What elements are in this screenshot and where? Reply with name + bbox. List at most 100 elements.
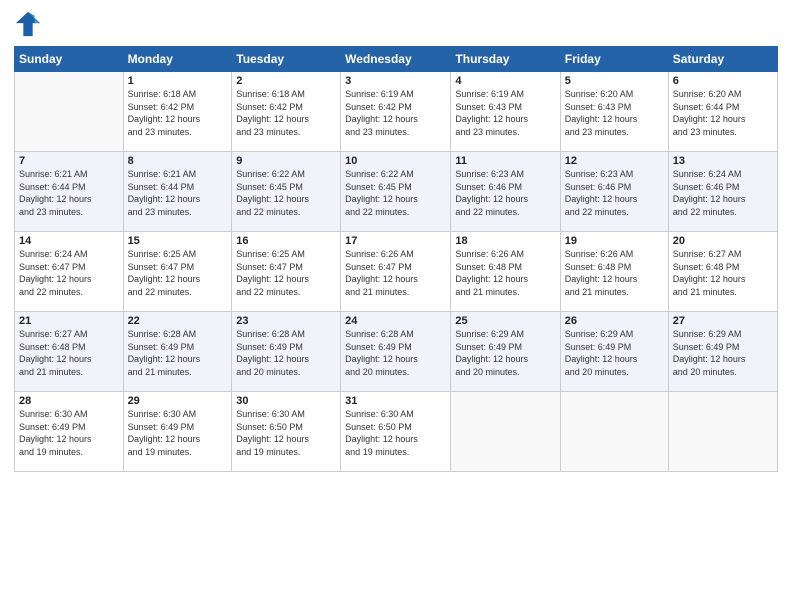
calendar-cell: 13Sunrise: 6:24 AM Sunset: 6:46 PM Dayli… [668, 152, 777, 232]
day-info: Sunrise: 6:29 AM Sunset: 6:49 PM Dayligh… [455, 328, 555, 378]
calendar-cell: 18Sunrise: 6:26 AM Sunset: 6:48 PM Dayli… [451, 232, 560, 312]
day-info: Sunrise: 6:25 AM Sunset: 6:47 PM Dayligh… [236, 248, 336, 298]
day-info: Sunrise: 6:21 AM Sunset: 6:44 PM Dayligh… [128, 168, 228, 218]
day-number: 5 [565, 75, 664, 87]
day-number: 20 [673, 235, 773, 247]
calendar-week-row: 7Sunrise: 6:21 AM Sunset: 6:44 PM Daylig… [15, 152, 778, 232]
day-number: 18 [455, 235, 555, 247]
day-number: 28 [19, 395, 119, 407]
day-number: 31 [345, 395, 446, 407]
calendar-cell: 26Sunrise: 6:29 AM Sunset: 6:49 PM Dayli… [560, 312, 668, 392]
day-info: Sunrise: 6:27 AM Sunset: 6:48 PM Dayligh… [19, 328, 119, 378]
calendar-cell: 19Sunrise: 6:26 AM Sunset: 6:48 PM Dayli… [560, 232, 668, 312]
day-info: Sunrise: 6:20 AM Sunset: 6:44 PM Dayligh… [673, 88, 773, 138]
day-number: 30 [236, 395, 336, 407]
day-info: Sunrise: 6:23 AM Sunset: 6:46 PM Dayligh… [565, 168, 664, 218]
day-info: Sunrise: 6:22 AM Sunset: 6:45 PM Dayligh… [345, 168, 446, 218]
calendar-cell: 8Sunrise: 6:21 AM Sunset: 6:44 PM Daylig… [123, 152, 232, 232]
day-info: Sunrise: 6:27 AM Sunset: 6:48 PM Dayligh… [673, 248, 773, 298]
day-number: 9 [236, 155, 336, 167]
day-number: 14 [19, 235, 119, 247]
day-number: 27 [673, 315, 773, 327]
day-info: Sunrise: 6:28 AM Sunset: 6:49 PM Dayligh… [345, 328, 446, 378]
day-info: Sunrise: 6:22 AM Sunset: 6:45 PM Dayligh… [236, 168, 336, 218]
calendar-header-saturday: Saturday [668, 47, 777, 72]
calendar-cell: 5Sunrise: 6:20 AM Sunset: 6:43 PM Daylig… [560, 72, 668, 152]
page: SundayMondayTuesdayWednesdayThursdayFrid… [0, 0, 792, 612]
day-number: 26 [565, 315, 664, 327]
calendar-week-row: 14Sunrise: 6:24 AM Sunset: 6:47 PM Dayli… [15, 232, 778, 312]
calendar-cell: 16Sunrise: 6:25 AM Sunset: 6:47 PM Dayli… [232, 232, 341, 312]
day-number: 23 [236, 315, 336, 327]
calendar-cell [15, 72, 124, 152]
day-info: Sunrise: 6:18 AM Sunset: 6:42 PM Dayligh… [236, 88, 336, 138]
calendar-table: SundayMondayTuesdayWednesdayThursdayFrid… [14, 46, 778, 472]
day-info: Sunrise: 6:29 AM Sunset: 6:49 PM Dayligh… [565, 328, 664, 378]
calendar-cell: 24Sunrise: 6:28 AM Sunset: 6:49 PM Dayli… [341, 312, 451, 392]
day-number: 12 [565, 155, 664, 167]
day-number: 7 [19, 155, 119, 167]
day-number: 24 [345, 315, 446, 327]
calendar-cell: 4Sunrise: 6:19 AM Sunset: 6:43 PM Daylig… [451, 72, 560, 152]
calendar-cell: 20Sunrise: 6:27 AM Sunset: 6:48 PM Dayli… [668, 232, 777, 312]
calendar-cell [560, 392, 668, 472]
calendar-cell: 1Sunrise: 6:18 AM Sunset: 6:42 PM Daylig… [123, 72, 232, 152]
day-info: Sunrise: 6:26 AM Sunset: 6:48 PM Dayligh… [455, 248, 555, 298]
calendar-cell: 9Sunrise: 6:22 AM Sunset: 6:45 PM Daylig… [232, 152, 341, 232]
day-number: 8 [128, 155, 228, 167]
day-number: 13 [673, 155, 773, 167]
day-number: 2 [236, 75, 336, 87]
calendar-header-sunday: Sunday [15, 47, 124, 72]
day-info: Sunrise: 6:25 AM Sunset: 6:47 PM Dayligh… [128, 248, 228, 298]
calendar-cell [668, 392, 777, 472]
calendar-cell: 6Sunrise: 6:20 AM Sunset: 6:44 PM Daylig… [668, 72, 777, 152]
day-info: Sunrise: 6:21 AM Sunset: 6:44 PM Dayligh… [19, 168, 119, 218]
day-number: 4 [455, 75, 555, 87]
calendar-cell: 14Sunrise: 6:24 AM Sunset: 6:47 PM Dayli… [15, 232, 124, 312]
calendar-cell: 22Sunrise: 6:28 AM Sunset: 6:49 PM Dayli… [123, 312, 232, 392]
day-number: 11 [455, 155, 555, 167]
calendar-header-monday: Monday [123, 47, 232, 72]
day-number: 15 [128, 235, 228, 247]
day-info: Sunrise: 6:30 AM Sunset: 6:50 PM Dayligh… [345, 408, 446, 458]
calendar-cell [451, 392, 560, 472]
day-info: Sunrise: 6:26 AM Sunset: 6:48 PM Dayligh… [565, 248, 664, 298]
day-info: Sunrise: 6:24 AM Sunset: 6:47 PM Dayligh… [19, 248, 119, 298]
calendar-cell: 28Sunrise: 6:30 AM Sunset: 6:49 PM Dayli… [15, 392, 124, 472]
calendar-cell: 17Sunrise: 6:26 AM Sunset: 6:47 PM Dayli… [341, 232, 451, 312]
day-number: 19 [565, 235, 664, 247]
calendar-cell: 29Sunrise: 6:30 AM Sunset: 6:49 PM Dayli… [123, 392, 232, 472]
day-number: 17 [345, 235, 446, 247]
day-info: Sunrise: 6:19 AM Sunset: 6:42 PM Dayligh… [345, 88, 446, 138]
day-info: Sunrise: 6:28 AM Sunset: 6:49 PM Dayligh… [236, 328, 336, 378]
day-info: Sunrise: 6:30 AM Sunset: 6:49 PM Dayligh… [19, 408, 119, 458]
calendar-header-row: SundayMondayTuesdayWednesdayThursdayFrid… [15, 47, 778, 72]
day-number: 3 [345, 75, 446, 87]
day-info: Sunrise: 6:23 AM Sunset: 6:46 PM Dayligh… [455, 168, 555, 218]
day-info: Sunrise: 6:28 AM Sunset: 6:49 PM Dayligh… [128, 328, 228, 378]
header [14, 10, 778, 38]
calendar-cell: 7Sunrise: 6:21 AM Sunset: 6:44 PM Daylig… [15, 152, 124, 232]
day-number: 16 [236, 235, 336, 247]
day-number: 10 [345, 155, 446, 167]
calendar-week-row: 28Sunrise: 6:30 AM Sunset: 6:49 PM Dayli… [15, 392, 778, 472]
calendar-header-wednesday: Wednesday [341, 47, 451, 72]
day-info: Sunrise: 6:29 AM Sunset: 6:49 PM Dayligh… [673, 328, 773, 378]
calendar-cell: 3Sunrise: 6:19 AM Sunset: 6:42 PM Daylig… [341, 72, 451, 152]
day-info: Sunrise: 6:30 AM Sunset: 6:50 PM Dayligh… [236, 408, 336, 458]
calendar-cell: 15Sunrise: 6:25 AM Sunset: 6:47 PM Dayli… [123, 232, 232, 312]
calendar-week-row: 21Sunrise: 6:27 AM Sunset: 6:48 PM Dayli… [15, 312, 778, 392]
calendar-cell: 2Sunrise: 6:18 AM Sunset: 6:42 PM Daylig… [232, 72, 341, 152]
day-number: 1 [128, 75, 228, 87]
day-info: Sunrise: 6:20 AM Sunset: 6:43 PM Dayligh… [565, 88, 664, 138]
calendar-header-tuesday: Tuesday [232, 47, 341, 72]
day-number: 25 [455, 315, 555, 327]
calendar-cell: 11Sunrise: 6:23 AM Sunset: 6:46 PM Dayli… [451, 152, 560, 232]
day-number: 29 [128, 395, 228, 407]
logo-icon [14, 10, 42, 38]
calendar-cell: 21Sunrise: 6:27 AM Sunset: 6:48 PM Dayli… [15, 312, 124, 392]
calendar-cell: 31Sunrise: 6:30 AM Sunset: 6:50 PM Dayli… [341, 392, 451, 472]
calendar-cell: 25Sunrise: 6:29 AM Sunset: 6:49 PM Dayli… [451, 312, 560, 392]
day-info: Sunrise: 6:30 AM Sunset: 6:49 PM Dayligh… [128, 408, 228, 458]
calendar-cell: 30Sunrise: 6:30 AM Sunset: 6:50 PM Dayli… [232, 392, 341, 472]
